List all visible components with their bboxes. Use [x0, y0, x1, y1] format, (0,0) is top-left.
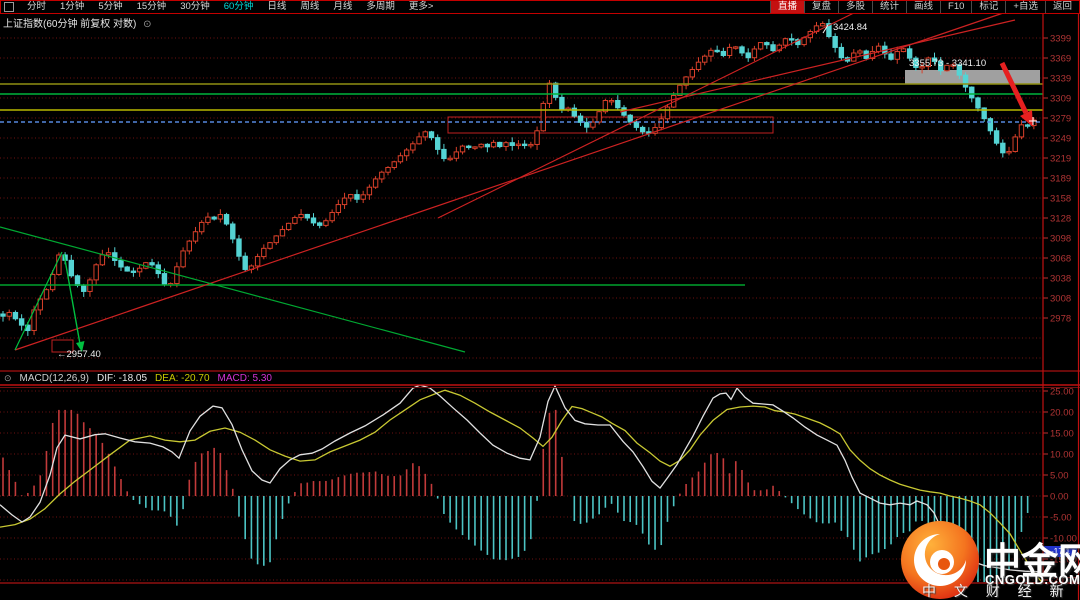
- annotation-zone: 3355.73 - 3341.10: [909, 58, 986, 69]
- svg-text:3249: 3249: [1050, 134, 1071, 145]
- svg-text:3098: 3098: [1050, 234, 1071, 245]
- symbol-title: 上证指数(60分钟 前复权 对数): [3, 19, 137, 30]
- svg-text:-10.00: -10.00: [1050, 534, 1077, 545]
- svg-text:5.00: 5.00: [1050, 471, 1069, 482]
- period-tab-0[interactable]: 分时: [20, 1, 53, 13]
- menu-replay[interactable]: 复盘: [803, 1, 838, 13]
- right-menu: 直播 复盘 多股 统计 画线 F10 标记 +自选 返回: [769, 1, 1079, 13]
- svg-text:2978: 2978: [1050, 314, 1071, 325]
- svg-text:3158: 3158: [1050, 194, 1071, 205]
- svg-text:3219: 3219: [1050, 154, 1071, 165]
- macd-params-label[interactable]: MACD(12,26,9): [20, 373, 89, 384]
- svg-text:3038: 3038: [1050, 274, 1071, 285]
- svg-text:3189: 3189: [1050, 174, 1071, 185]
- period-tab-8[interactable]: 月线: [326, 1, 359, 13]
- svg-text:0.00: 0.00: [1050, 492, 1069, 503]
- menu-add-watchlist[interactable]: +自选: [1005, 1, 1045, 13]
- svg-text:3008: 3008: [1050, 294, 1071, 305]
- gray-resistance-zone: [905, 70, 1040, 84]
- period-tab-2[interactable]: 5分钟: [91, 1, 129, 13]
- price-gridlines: [0, 37, 1043, 359]
- period-tabs: 分时 1分钟 5分钟 15分钟 30分钟 60分钟 日线 周线 月线 多周期 更多>: [1, 1, 440, 13]
- menu-stats[interactable]: 统计: [872, 1, 906, 13]
- top-toolbar: 分时 1分钟 5分钟 15分钟 30分钟 60分钟 日线 周线 月线 多周期 更多> 直播 复盘 多股统…: [0, 0, 1080, 14]
- settings-gear-icon[interactable]: ⊙: [143, 19, 151, 30]
- svg-text:15.00: 15.00: [1050, 429, 1074, 440]
- svg-text:-20.00: -20.00: [1050, 576, 1077, 587]
- svg-text:10.00: 10.00: [1050, 450, 1074, 461]
- macd-gridlines: [0, 390, 1043, 581]
- svg-text:3369: 3369: [1050, 54, 1071, 65]
- annotation-peak: 3424.84: [833, 22, 867, 33]
- period-tab-10[interactable]: 更多>: [402, 1, 441, 13]
- trading-app-window: 3399 3369 3339 3309 3279 3249 3219 3189 3158 3128…: [0, 0, 1080, 600]
- macd-indicator-row: ⊙ MACD(12,26,9) DIF: -18.05 DEA: -20.70 …: [4, 373, 272, 384]
- dea-value: DEA: -20.70: [155, 373, 210, 384]
- svg-text:3128: 3128: [1050, 214, 1071, 225]
- window-icon[interactable]: [4, 2, 14, 12]
- menu-f10[interactable]: F10: [940, 1, 971, 13]
- menu-mark[interactable]: 标记: [971, 1, 1005, 13]
- dea-line: [0, 389, 1043, 583]
- horizontal-lines: [0, 83, 1043, 286]
- period-tab-1[interactable]: 1分钟: [53, 1, 91, 13]
- axis-value-badge: -17.1: [1044, 546, 1077, 557]
- chart-canvas[interactable]: 3399 3369 3339 3309 3279 3249 3219 3189 3158 3128…: [0, 0, 1080, 600]
- dif-line: [0, 385, 1041, 573]
- menu-back[interactable]: 返回: [1044, 1, 1079, 13]
- indicator-gear-icon[interactable]: ⊙: [4, 373, 12, 384]
- period-tab-3[interactable]: 15分钟: [130, 1, 174, 13]
- menu-live[interactable]: 直播: [769, 1, 804, 13]
- annotation-low: ←2957.40: [57, 349, 101, 360]
- svg-text:3068: 3068: [1050, 254, 1071, 265]
- period-tab-5[interactable]: 60分钟: [217, 1, 261, 13]
- svg-text:3399: 3399: [1050, 34, 1071, 45]
- svg-text:3279: 3279: [1050, 114, 1071, 125]
- period-tab-6[interactable]: 日线: [260, 1, 293, 13]
- svg-text:25.00: 25.00: [1050, 387, 1074, 398]
- dif-value: DIF: -18.05: [97, 373, 148, 384]
- menu-draw-line[interactable]: 画线: [906, 1, 940, 13]
- svg-text:3339: 3339: [1050, 74, 1071, 85]
- svg-text:-5.00: -5.00: [1050, 513, 1072, 524]
- price-axis: 3399 3369 3339 3309 3279 3249 3219 3189 3158 3128…: [1043, 34, 1071, 325]
- svg-text:20.00: 20.00: [1050, 408, 1074, 419]
- menu-multi-stock[interactable]: 多股: [837, 1, 872, 13]
- period-tab-4[interactable]: 30分钟: [173, 1, 217, 13]
- period-tab-7[interactable]: 周线: [293, 1, 326, 13]
- svg-text:3309: 3309: [1050, 94, 1071, 105]
- price-annotations: 3424.84 3355.73 - 3341.10 ←2957.40: [57, 22, 986, 360]
- macd-value: MACD: 5.30: [217, 373, 272, 384]
- period-tab-9[interactable]: 多周期: [359, 1, 402, 13]
- symbol-title-row: 上证指数(60分钟 前复权 对数) ⊙: [3, 15, 152, 30]
